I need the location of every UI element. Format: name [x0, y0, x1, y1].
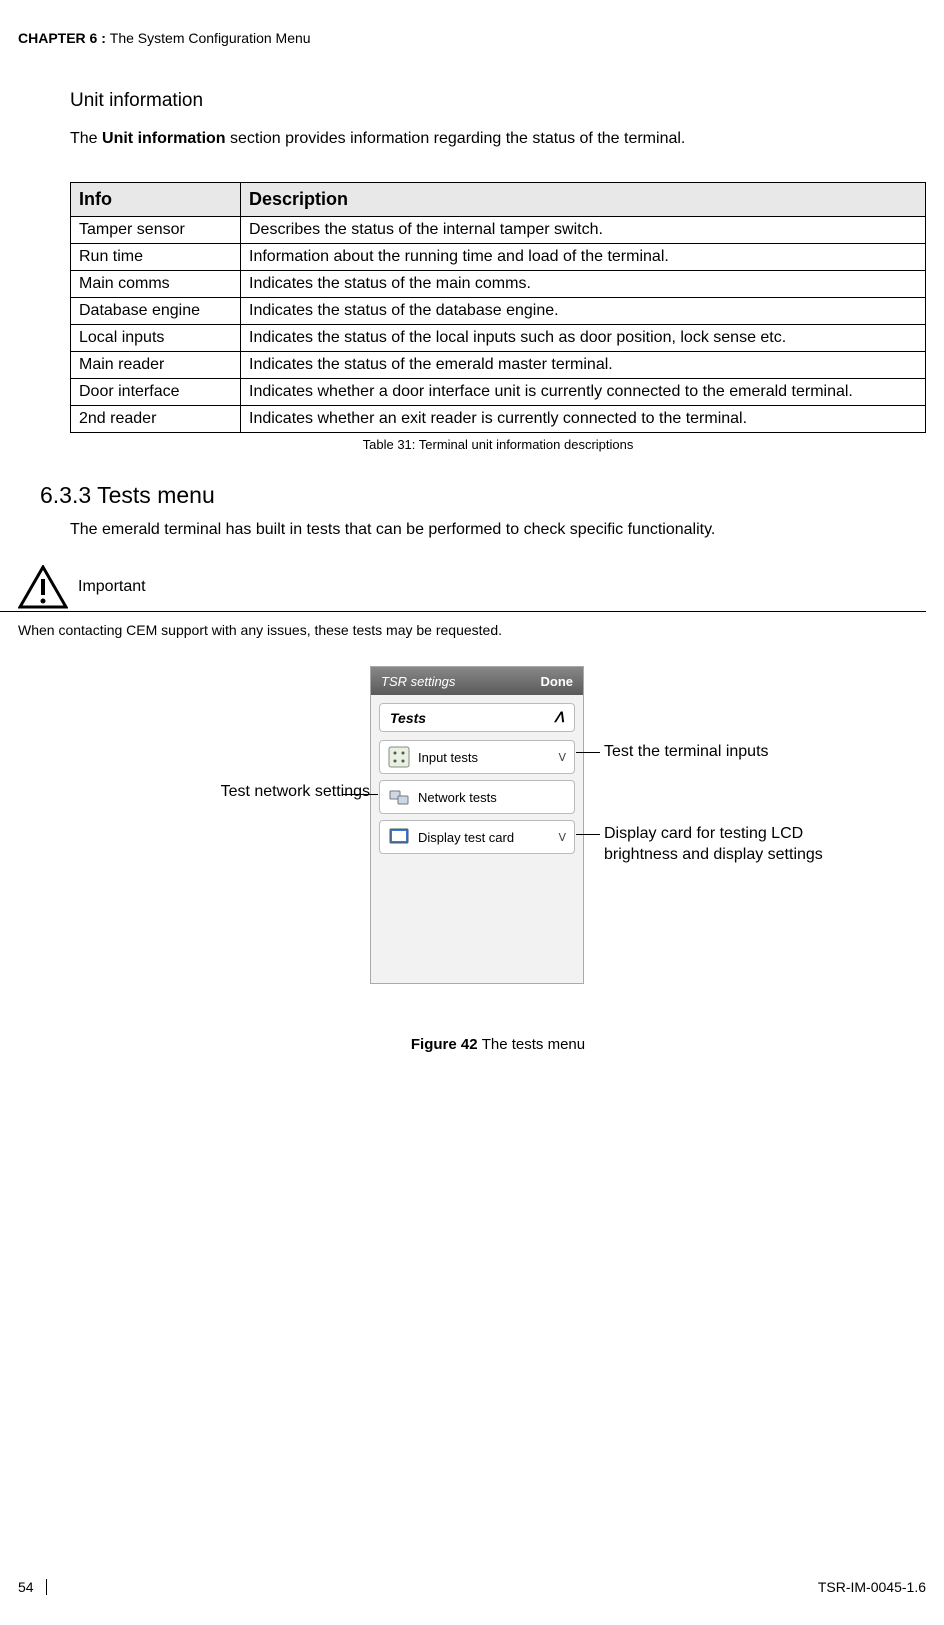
chevron-up-icon: ᐱ — [554, 709, 564, 726]
chevron-down-icon: ᐯ — [558, 751, 566, 764]
section-title-unit-information: Unit information — [70, 90, 926, 112]
important-label: Important — [78, 578, 146, 596]
menu-item-display-test-card[interactable]: Display test card ᐯ — [379, 820, 575, 854]
menu-item-label: Network tests — [418, 790, 497, 805]
callout-line — [576, 752, 600, 753]
callout-network-tests: Test network settings — [130, 782, 370, 803]
important-text: When contacting CEM support with any iss… — [0, 618, 926, 638]
menu-item-label: Display test card — [418, 830, 514, 845]
display-icon — [388, 826, 410, 848]
callout-input-tests: Test the terminal inputs — [604, 742, 844, 763]
warning-icon — [18, 565, 68, 609]
screen-titlebar: TSR settings Done — [371, 667, 583, 695]
callout-line — [342, 794, 378, 795]
table-row: Tamper sensorDescribes the status of the… — [71, 217, 926, 244]
callout-line — [576, 834, 600, 835]
menu-item-input-tests[interactable]: Input tests ᐯ — [379, 740, 575, 774]
table-row: Main commsIndicates the status of the ma… — [71, 271, 926, 298]
figure-area: TSR settings Done Tests ᐱ Input tests ᐯ … — [70, 666, 926, 1026]
menu-item-network-tests[interactable]: Network tests — [379, 780, 575, 814]
section-intro: The Unit information section provides in… — [70, 130, 926, 148]
chapter-number: CHAPTER 6 : — [18, 30, 110, 46]
table-caption: Table 31: Terminal unit information desc… — [70, 437, 926, 452]
table-row: Main readerIndicates the status of the e… — [71, 352, 926, 379]
done-button[interactable]: Done — [541, 674, 574, 689]
document-code: TSR-IM-0045-1.6 — [818, 1579, 926, 1595]
keypad-icon — [388, 746, 410, 768]
table-row: Local inputsIndicates the status of the … — [71, 325, 926, 352]
table-row: 2nd readerIndicates whether an exit read… — [71, 406, 926, 433]
titlebar-text: TSR settings — [381, 674, 455, 689]
page-header: CHAPTER 6 : The System Configuration Men… — [0, 30, 944, 46]
menu-item-label: Input tests — [418, 750, 478, 765]
table-row: Door interfaceIndicates whether a door i… — [71, 379, 926, 406]
th-info: Info — [71, 183, 241, 217]
th-desc: Description — [241, 183, 926, 217]
unit-info-table: Info Description Tamper sensorDescribes … — [70, 182, 926, 433]
page-number: 54 — [18, 1579, 47, 1595]
callout-display-test-card: Display card for testing LCD brightness … — [604, 824, 844, 866]
chapter-title: The System Configuration Menu — [110, 30, 311, 46]
chevron-down-icon: ᐯ — [558, 831, 566, 844]
figure-caption: Figure 42 The tests menu — [70, 1036, 926, 1053]
table-row: Run timeInformation about the running ti… — [71, 244, 926, 271]
important-block: Important — [0, 565, 926, 612]
subsection-title-tests-menu: 6.3.3 Tests menu — [40, 482, 926, 509]
network-icon — [388, 786, 410, 808]
device-screenshot: TSR settings Done Tests ᐱ Input tests ᐯ … — [370, 666, 584, 984]
subsection-intro: The emerald terminal has built in tests … — [70, 521, 926, 539]
section-header-tests[interactable]: Tests ᐱ — [379, 703, 575, 732]
table-row: Database engineIndicates the status of t… — [71, 298, 926, 325]
page-footer: 54 TSR-IM-0045-1.6 — [0, 1579, 944, 1595]
